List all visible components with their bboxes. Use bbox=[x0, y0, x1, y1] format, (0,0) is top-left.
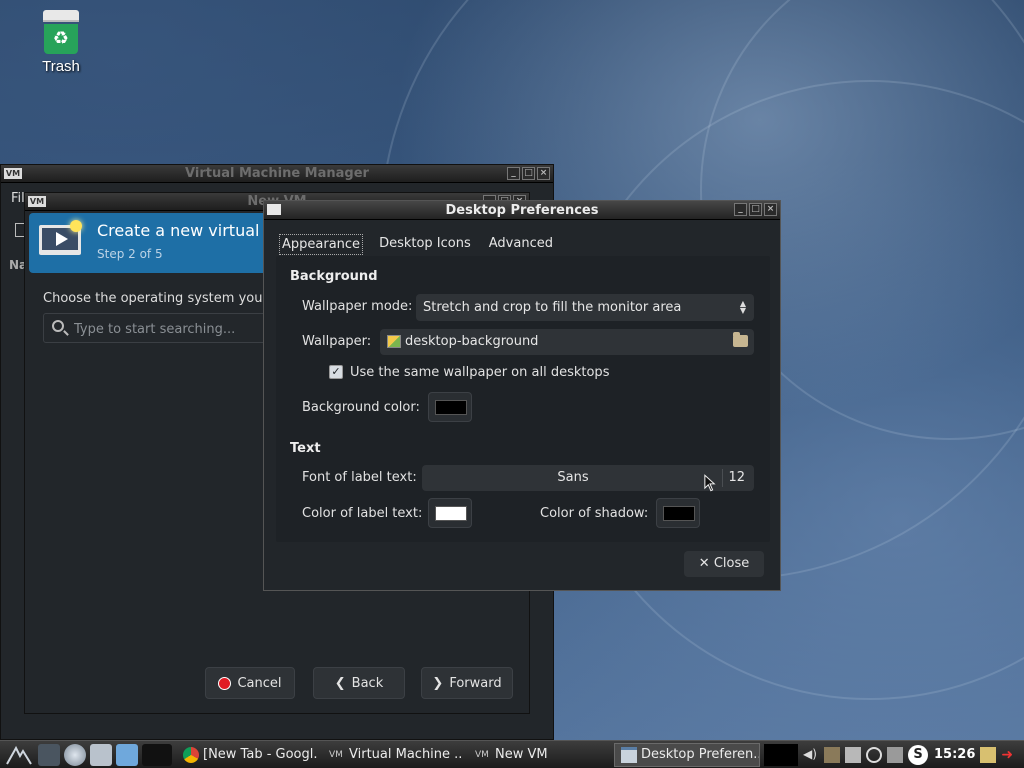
show-desktop-icon[interactable] bbox=[142, 743, 172, 766]
terminal-icon[interactable] bbox=[38, 743, 60, 766]
clipboard-icon[interactable] bbox=[824, 746, 840, 763]
start-menu-icon[interactable] bbox=[4, 744, 34, 766]
font-size: 12 bbox=[728, 470, 745, 485]
background-color-swatch bbox=[435, 400, 467, 415]
shadow-color-label: Color of shadow: bbox=[540, 506, 649, 521]
skype-icon[interactable]: S bbox=[908, 744, 928, 765]
os-search-input[interactable] bbox=[74, 319, 264, 339]
desktop-icon-label: Trash bbox=[42, 58, 80, 75]
font-separator bbox=[722, 469, 723, 487]
back-button[interactable]: ❮ Back bbox=[313, 667, 405, 699]
close-button-label: Close bbox=[713, 556, 750, 571]
play-icon bbox=[56, 232, 68, 246]
trash-icon: ♻ bbox=[43, 10, 79, 54]
search-icon[interactable] bbox=[866, 746, 882, 763]
text-section-title: Text bbox=[290, 441, 321, 456]
spin-arrows-icon: ▲ ▼ bbox=[739, 299, 746, 315]
back-arrow-icon: ❮ bbox=[334, 675, 346, 691]
close-dialog-button[interactable]: ✕ Close bbox=[684, 551, 764, 577]
network-icon[interactable] bbox=[887, 746, 903, 763]
close-button[interactable]: × bbox=[537, 167, 550, 180]
vmm-icon: VM bbox=[475, 749, 489, 760]
volume-icon[interactable]: ◀) bbox=[803, 747, 819, 763]
label-color-label: Color of label text: bbox=[302, 506, 423, 521]
desktop-preferences-window: Desktop Preferences _ □ × Appearance Des… bbox=[263, 200, 781, 591]
sparkle-icon bbox=[70, 220, 82, 232]
chrome-icon bbox=[183, 746, 199, 763]
image-file-icon bbox=[387, 335, 401, 348]
background-color-button[interactable] bbox=[428, 392, 472, 422]
task-label: Desktop Preferen... bbox=[641, 747, 760, 762]
desktop-icon-trash[interactable]: ♻ Trash bbox=[30, 10, 92, 75]
forward-arrow-icon: ❯ bbox=[432, 675, 444, 691]
label-color-swatch bbox=[435, 506, 467, 521]
vmm-titlebar[interactable]: VM Virtual Machine Manager _ □ × bbox=[1, 165, 553, 183]
files-icon[interactable] bbox=[845, 746, 861, 763]
task-label: New VM bbox=[495, 747, 548, 762]
tab-desktop-icons[interactable]: Desktop Icons bbox=[377, 234, 473, 255]
wallpaper-mode-label: Wallpaper mode: bbox=[302, 299, 413, 314]
background-section-title: Background bbox=[290, 269, 378, 284]
wizard-step: Step 2 of 5 bbox=[97, 247, 163, 261]
menu-file[interactable]: Fil bbox=[11, 191, 25, 206]
same-wallpaper-checkbox[interactable]: ✓ bbox=[329, 365, 343, 379]
folder-icon bbox=[733, 332, 748, 347]
mouse-pointer-icon bbox=[704, 474, 716, 492]
appearance-panel: Background Wallpaper mode: Stretch and c… bbox=[276, 256, 770, 542]
task-chrome[interactable]: [New Tab - Googl... bbox=[176, 743, 318, 767]
wallpaper-mode-select[interactable]: Stretch and crop to fill the monitor are… bbox=[416, 294, 754, 321]
search-icon bbox=[52, 320, 64, 332]
close-button[interactable]: × bbox=[764, 203, 777, 216]
forward-button[interactable]: ❯ Forward bbox=[421, 667, 513, 699]
tab-appearance[interactable]: Appearance bbox=[279, 234, 364, 255]
font-name: Sans bbox=[557, 470, 589, 485]
taskbar: [New Tab - Googl... VM Virtual Machine .… bbox=[0, 740, 1024, 768]
wallpaper-label: Wallpaper: bbox=[302, 334, 372, 349]
file-manager-icon[interactable] bbox=[116, 743, 138, 766]
tray-blank bbox=[764, 743, 798, 766]
label-color-button[interactable] bbox=[428, 498, 472, 528]
vmm-window-icon[interactable]: VM bbox=[28, 196, 46, 207]
window-icon bbox=[621, 746, 637, 763]
minimize-button[interactable]: _ bbox=[507, 167, 520, 180]
window-icon[interactable] bbox=[267, 204, 281, 215]
prefs-window-title: Desktop Preferences bbox=[445, 203, 599, 218]
notification-icon[interactable] bbox=[980, 746, 997, 763]
wallpaper-file-chooser[interactable]: desktop-background bbox=[380, 329, 754, 355]
task-label: Virtual Machine ... bbox=[349, 747, 464, 762]
vmm-window-icon[interactable]: VM bbox=[4, 168, 22, 179]
os-search-field[interactable] bbox=[43, 313, 273, 343]
shadow-color-button[interactable] bbox=[656, 498, 700, 528]
logout-icon[interactable]: ➜ bbox=[1001, 747, 1017, 763]
clock[interactable]: 15:26 bbox=[934, 747, 975, 762]
vmm-window-title: Virtual Machine Manager bbox=[185, 166, 369, 181]
background-color-label: Background color: bbox=[302, 400, 420, 415]
task-desktop-preferences[interactable]: Desktop Preferen... bbox=[614, 742, 760, 767]
shadow-color-swatch bbox=[663, 506, 695, 521]
maximize-button[interactable]: □ bbox=[749, 203, 762, 216]
choose-os-label: Choose the operating system you are bbox=[43, 291, 288, 306]
vmm-icon: VM bbox=[329, 749, 343, 760]
browser-globe-icon[interactable] bbox=[64, 743, 86, 766]
task-new-vm[interactable]: VM New VM bbox=[468, 743, 610, 767]
cancel-button[interactable]: Cancel bbox=[205, 667, 295, 699]
same-wallpaper-label[interactable]: Use the same wallpaper on all desktops bbox=[350, 365, 609, 380]
wallpaper-mode-value: Stretch and crop to fill the monitor are… bbox=[423, 300, 682, 315]
back-button-label: Back bbox=[351, 675, 384, 691]
close-x-icon: ✕ bbox=[698, 556, 710, 571]
minimize-button[interactable]: _ bbox=[734, 203, 747, 216]
task-vmm[interactable]: VM Virtual Machine ... bbox=[322, 743, 464, 767]
prefs-titlebar[interactable]: Desktop Preferences _ □ × bbox=[264, 201, 780, 220]
maximize-button[interactable]: □ bbox=[522, 167, 535, 180]
prefs-tabs: Appearance Desktop Icons Advanced bbox=[279, 234, 555, 255]
tab-advanced[interactable]: Advanced bbox=[487, 234, 555, 255]
desktop-switch-icon[interactable] bbox=[90, 743, 112, 766]
font-label: Font of label text: bbox=[302, 470, 417, 485]
wallpaper-file-name: desktop-background bbox=[405, 334, 539, 349]
forward-button-label: Forward bbox=[449, 675, 502, 691]
task-label: [New Tab - Googl... bbox=[203, 747, 318, 762]
cancel-icon bbox=[218, 676, 232, 690]
cancel-button-label: Cancel bbox=[237, 675, 282, 691]
